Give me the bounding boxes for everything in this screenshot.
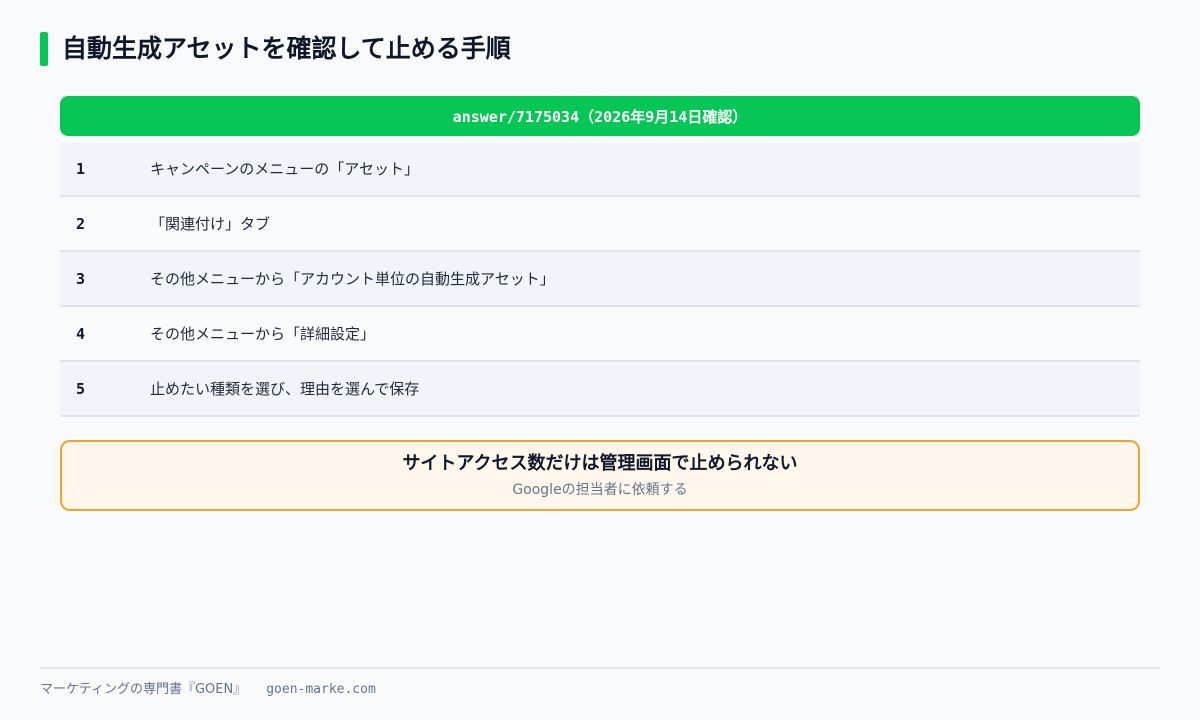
step-text: キャンペーンのメニューの「アセット」 [150,160,419,178]
callout-title: サイトアクセス数だけは管理画面で止められない [402,452,798,474]
footer-site-link[interactable]: goen-marke.com [266,680,376,700]
title-accent-bar [40,32,48,66]
table-row: 4 その他メニューから「詳細設定」 [60,307,1140,362]
step-number: 2 [76,214,86,233]
table-row: 1 キャンペーンのメニューの「アセット」 [60,142,1140,197]
step-text: その他メニューから「詳細設定」 [150,325,376,343]
table-row: 3 その他メニューから「アカウント単位の自動生成アセット」 [60,252,1140,307]
page-title-block: 自動生成アセットを確認して止める手順 [40,32,511,66]
table-row: 2 「関連付け」タブ [60,197,1140,252]
step-number: 4 [76,324,86,343]
page-title: 自動生成アセットを確認して止める手順 [62,34,511,63]
table-rows: 1 キャンペーンのメニューの「アセット」 2 「関連付け」タブ 3 その他メニュ… [60,142,1140,417]
footer: マーケティングの専門書『GOEN』 goen-marke.com [40,680,376,700]
table-header: answer/7175034（2026年9月14日確認） [60,96,1140,136]
step-number: 1 [76,159,86,178]
step-number: 3 [76,269,86,288]
footer-divider [40,667,1160,669]
step-text: 「関連付け」タブ [150,215,271,233]
step-text: 止めたい種類を選び、理由を選んで保存 [150,380,420,398]
step-text: その他メニューから「アカウント単位の自動生成アセット」 [150,270,555,288]
footer-brand: マーケティングの専門書『GOEN』 [40,682,247,697]
steps-table: answer/7175034（2026年9月14日確認） 1 キャンペーンのメニ… [60,96,1140,417]
warning-callout: サイトアクセス数だけは管理画面で止められない Googleの担当者に依頼する [60,440,1140,511]
step-number: 5 [76,379,86,398]
callout-subtitle: Googleの担当者に依頼する [512,481,688,498]
table-row: 5 止めたい種類を選び、理由を選んで保存 [60,362,1140,417]
